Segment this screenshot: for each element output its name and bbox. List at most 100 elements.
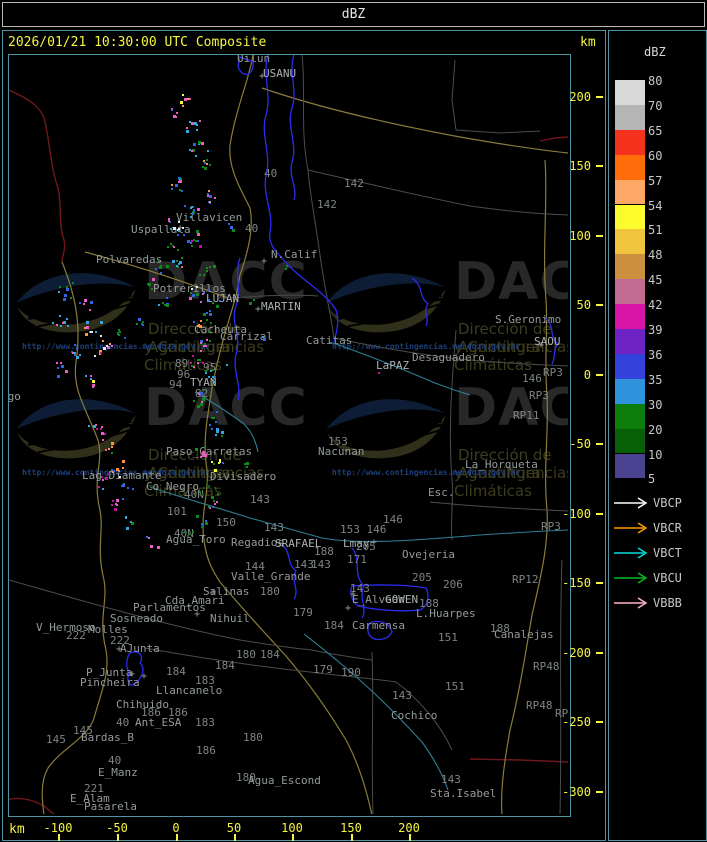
radar-echo-pixel (169, 221, 171, 223)
radar-echo-pixel (209, 310, 211, 312)
dbz-scale-band (615, 179, 645, 205)
radar-echo-pixel (182, 94, 184, 96)
radar-echo-pixel (172, 245, 174, 247)
radar-echo-pixel (95, 331, 97, 333)
radar-echo-pixel (207, 485, 210, 488)
radar-echo-pixel (213, 500, 215, 502)
radar-echo-pixel (86, 326, 89, 329)
radar-echo-pixel (79, 302, 81, 304)
radar-echo-pixel (206, 482, 208, 484)
radar-echo-pixel (186, 127, 188, 129)
dbz-scale-label: 42 (648, 298, 663, 313)
radar-echo-pixel (202, 451, 205, 454)
radar-echo-pixel (103, 347, 106, 350)
radar-echo-pixel (213, 417, 215, 419)
radar-echo-pixel (101, 476, 103, 478)
radar-echo-pixel (196, 286, 198, 288)
radar-echo-pixel (201, 523, 203, 525)
radar-echo-pixel (100, 428, 102, 430)
radar-echo-pixel (199, 274, 201, 276)
radar-echo-pixel (180, 101, 183, 104)
radar-echo-pixel (206, 267, 208, 269)
radar-echo-pixel (74, 344, 76, 346)
radar-echo-pixel (111, 446, 113, 448)
vector-legend-label: VBCR (653, 521, 682, 535)
dbz-scale-band (615, 154, 645, 180)
radar-echo-pixel (108, 448, 110, 450)
radar-echo-pixel (93, 425, 96, 428)
radar-echo-pixel (209, 266, 211, 268)
radar-echo-pixel (148, 283, 151, 286)
radar-echo-pixel (94, 355, 96, 357)
radar-echo-pixel (125, 517, 127, 519)
radar-echo-pixel (100, 352, 102, 354)
radar-echo-pixel (171, 188, 173, 190)
radar-echo-pixel (205, 345, 207, 347)
radar-echo-pixel (175, 116, 177, 118)
y-tick-label: 150 (569, 159, 591, 173)
radar-echo-pixel (194, 122, 197, 125)
radar-echo-pixel (190, 362, 192, 364)
radar-echo-pixel (206, 159, 208, 161)
radar-echo-pixel (167, 246, 169, 248)
radar-echo-pixel (213, 265, 216, 268)
y-tick-label: 50 (576, 298, 591, 312)
radar-echo-pixel (200, 403, 203, 406)
x-tick-mark (176, 834, 178, 841)
radar-echo-pixel (188, 533, 190, 535)
radar-echo-pixel (155, 268, 157, 270)
radar-echo-pixel (58, 291, 60, 293)
vector-legend-row: VBCP (612, 496, 704, 510)
radar-echo-pixel (56, 324, 58, 326)
radar-echo-pixel (199, 325, 202, 328)
radar-echo-pixel (208, 190, 210, 192)
radar-echo-pixel (196, 293, 199, 296)
dbz-scale-label: 36 (648, 347, 663, 362)
radar-echo-pixel (207, 150, 209, 152)
radar-echo-pixel (157, 546, 160, 549)
radar-echo-pixel (186, 130, 189, 133)
x-tick-mark (409, 834, 411, 841)
radar-echo-pixel (212, 369, 214, 371)
radar-echo-pixel (205, 522, 208, 525)
radar-echo-pixel (146, 536, 148, 538)
dbz-scale-band (615, 229, 645, 255)
radar-echo-pixel (192, 294, 195, 297)
radar-echo-pixel (208, 376, 210, 378)
radar-echo-pixel (100, 335, 102, 337)
radar-echo-pixel (85, 375, 87, 377)
radar-echo-pixel (198, 141, 201, 144)
radar-echo-pixel (106, 345, 108, 347)
dbz-scale-label: 20 (648, 422, 663, 437)
radar-echo-pixel (216, 430, 219, 433)
radar-echo-pixel (202, 494, 204, 496)
radar-echo-pixel (187, 535, 189, 537)
radar-echo-pixel (212, 376, 214, 378)
dbz-scale-label: 80 (648, 74, 663, 88)
vector-arrow-icon (614, 547, 648, 559)
radar-echo-pixel (90, 301, 93, 304)
dbz-scale-label: 57 (648, 173, 663, 188)
radar-echo-pixel (100, 321, 103, 324)
dbz-scale-label: 54 (648, 198, 663, 213)
radar-echo-pixel (116, 504, 118, 506)
radar-echo-pixel (84, 299, 87, 302)
radar-echo-pixel (263, 338, 266, 341)
dbz-scale-label: 10 (648, 447, 663, 462)
y-tick-mark (596, 235, 603, 237)
radar-echo-pixel (191, 240, 193, 242)
radar-echo-pixel (178, 228, 180, 230)
y-tick-label: -300 (562, 785, 591, 799)
radar-echo-pixel (205, 370, 207, 372)
radar-echo-pixel (70, 297, 72, 299)
radar-echo-pixel (202, 362, 204, 364)
radar-echo-pixel (206, 319, 208, 321)
radar-echo-pixel (132, 488, 134, 490)
dbz-scale-label: 65 (648, 123, 663, 138)
vector-arrow-icon (614, 572, 648, 584)
dbz-scale-band (615, 80, 645, 105)
x-tick-mark (58, 834, 60, 841)
dbz-scale-band (615, 129, 645, 155)
radar-echo-pixel (85, 333, 88, 336)
radar-echo-pixel (84, 327, 86, 329)
